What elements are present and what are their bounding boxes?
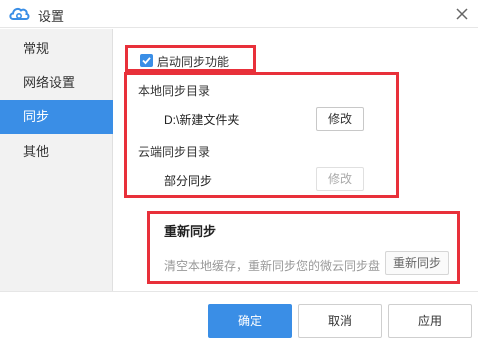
ok-button[interactable]: 确定: [208, 304, 292, 338]
title-bar: 设置: [0, 0, 478, 28]
local-dir-value: D:\新建文件夹: [164, 113, 240, 127]
cloud-dir-modify-button[interactable]: 修改: [316, 167, 364, 191]
sidebar-item-network[interactable]: 网络设置: [0, 66, 113, 100]
close-icon[interactable]: [452, 4, 472, 24]
sidebar-item-label: 其他: [23, 144, 50, 159]
local-dir-modify-button[interactable]: 修改: [316, 107, 364, 131]
resync-title: 重新同步: [164, 224, 217, 239]
apply-button[interactable]: 应用: [388, 304, 472, 338]
sidebar-item-label: 同步: [23, 109, 50, 124]
sidebar-item-label: 常规: [23, 41, 50, 56]
enable-sync-label: 启动同步功能: [157, 55, 230, 69]
sidebar-item-label: 网络设置: [23, 75, 76, 90]
resync-button[interactable]: 重新同步: [385, 251, 449, 275]
cloud-dir-value: 部分同步: [164, 174, 213, 188]
cancel-button[interactable]: 取消: [298, 304, 382, 338]
cloud-icon: [8, 4, 30, 24]
enable-sync-checkbox[interactable]: [140, 54, 153, 67]
resync-description: 清空本地缓存，重新同步您的微云同步盘: [164, 259, 381, 273]
checkmark-icon: [142, 57, 151, 65]
sidebar-item-other[interactable]: 其他: [0, 135, 113, 169]
cloud-dir-label: 云端同步目录: [138, 145, 211, 159]
sidebar-item-sync[interactable]: 同步: [0, 100, 113, 134]
sidebar-item-general[interactable]: 常规: [0, 32, 113, 66]
local-dir-label: 本地同步目录: [138, 84, 211, 98]
settings-sidebar: 常规 网络设置 同步 其他: [0, 29, 113, 291]
window-title: 设置: [38, 9, 65, 24]
